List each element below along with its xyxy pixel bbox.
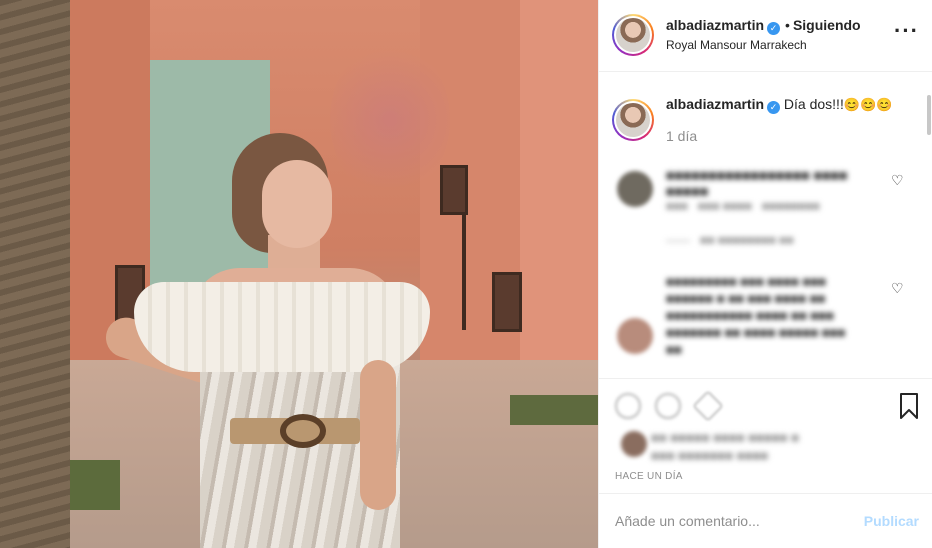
caption-author-avatar[interactable] bbox=[612, 99, 654, 141]
photo-lantern bbox=[492, 272, 522, 332]
add-comment-bar: Publicar bbox=[599, 493, 932, 548]
photo-grass bbox=[510, 395, 598, 425]
publish-button[interactable]: Publicar bbox=[864, 513, 919, 529]
photo-person-ruffle bbox=[134, 282, 430, 372]
post-photo[interactable] bbox=[0, 0, 598, 548]
photo-person-face bbox=[262, 160, 332, 248]
post-header: albadiazmartin ✓ • Siguiendo Royal Mansour … bbox=[599, 0, 932, 72]
caption-emojis: 😊😊😊 bbox=[843, 97, 893, 112]
comments-list[interactable]: albadiazmartin ✓ Día dos!!!😊😊😊 1 día ■■■■… bbox=[599, 73, 932, 378]
comment-replies-toggle[interactable]: —— ■■ ■■■■■■■■ ■■ bbox=[666, 233, 794, 247]
separator-dot: • bbox=[785, 17, 790, 33]
comment-meta: ■■■ ■■■ ■■■■ ■■■■■■■■ bbox=[666, 199, 820, 213]
post-actions: ■■ ■■■■■ ■■■■ ■■■■■ ■ ■■■ ■■■■■■■ ■■■■ HA… bbox=[599, 378, 932, 494]
comment-text: ■■■■■■■■■■■■■■■■■ ■■■■ ■■■■■ bbox=[666, 167, 848, 199]
comment-text: ■■■■■■■■■ ■■■ ■■■■ ■■■ ■■■■■■ ■ ■■ ■■■ ■■… bbox=[666, 274, 846, 357]
likes-summary[interactable]: ■■ ■■■■■ ■■■■ ■■■■■ ■ ■■■ ■■■■■■■ ■■■■ bbox=[651, 429, 851, 465]
avatar-image bbox=[616, 103, 650, 137]
verified-badge-icon: ✓ bbox=[767, 22, 781, 35]
photo-lantern bbox=[440, 165, 468, 215]
comment-avatar[interactable] bbox=[617, 171, 653, 207]
caption-username[interactable]: albadiazmartin bbox=[666, 96, 764, 112]
comment-input[interactable] bbox=[615, 509, 855, 533]
author-avatar[interactable] bbox=[612, 14, 654, 56]
avatar-image bbox=[616, 18, 650, 52]
caption-time[interactable]: 1 día bbox=[666, 128, 697, 144]
more-options-icon[interactable]: ··· bbox=[894, 20, 919, 42]
comment-like-heart-icon[interactable]: ♡ bbox=[891, 173, 905, 187]
comments-scrollbar[interactable] bbox=[927, 95, 931, 135]
photo-person-arm bbox=[360, 360, 396, 510]
bookmark-icon[interactable] bbox=[899, 393, 919, 419]
follow-status-button[interactable]: Siguiendo bbox=[793, 17, 861, 33]
author-username[interactable]: albadiazmartin bbox=[666, 17, 764, 33]
photo-person-buckle bbox=[280, 414, 326, 448]
verified-badge-icon: ✓ bbox=[767, 101, 781, 114]
post-location[interactable]: Royal Mansour Marrakech bbox=[666, 38, 807, 52]
avatar-ring bbox=[614, 101, 652, 139]
comment-avatar[interactable] bbox=[617, 318, 653, 354]
photo-tree bbox=[330, 40, 450, 200]
photo-lamp-pole bbox=[462, 215, 466, 330]
avatar-ring bbox=[614, 16, 652, 54]
caption-text: Día dos!!! bbox=[783, 96, 844, 112]
post-side-panel: albadiazmartin ✓ • Siguiendo Royal Mansour … bbox=[598, 0, 932, 548]
share-icon[interactable] bbox=[692, 390, 724, 422]
header-author-line: albadiazmartin ✓ • Siguiendo bbox=[666, 17, 861, 35]
photo-wall bbox=[520, 0, 598, 360]
comment-like-heart-icon[interactable]: ♡ bbox=[891, 281, 905, 295]
comment-bubble-icon[interactable] bbox=[655, 393, 681, 419]
post-time-ago[interactable]: HACE UN DÍA bbox=[615, 471, 683, 482]
caption-text-line: albadiazmartin ✓ Día dos!!!😊😊😊 bbox=[666, 96, 892, 114]
like-heart-icon[interactable] bbox=[615, 393, 641, 419]
likes-avatar bbox=[621, 431, 647, 457]
photo-palm-trunk bbox=[0, 0, 70, 548]
